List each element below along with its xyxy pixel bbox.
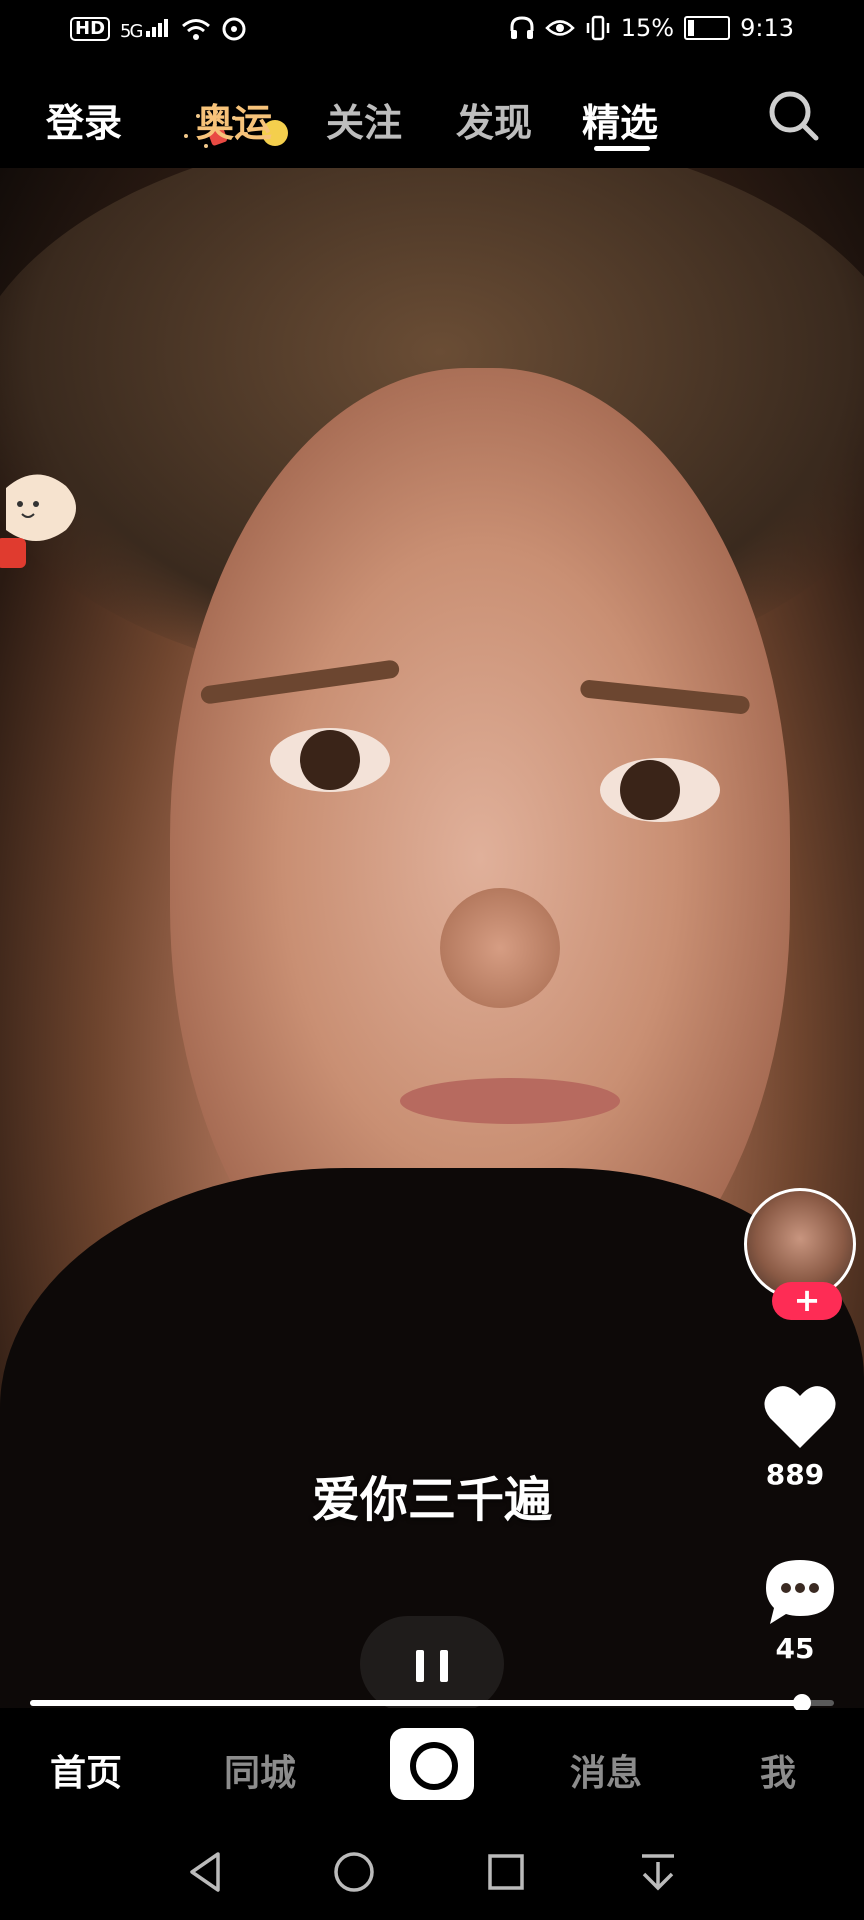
status-left: HD 5G: [70, 16, 247, 42]
video-subtitle: 爱你三千遍: [311, 1472, 552, 1528]
search-icon[interactable]: [766, 88, 820, 142]
video-progress-bar[interactable]: [30, 1694, 834, 1712]
network-signal: 5G: [120, 17, 171, 42]
tab-home[interactable]: 首页: [50, 1744, 122, 1796]
pause-icon: [416, 1650, 424, 1682]
like-count: 889: [765, 1458, 825, 1491]
camera-ring-icon: [410, 1742, 458, 1790]
battery-fill: [688, 20, 694, 36]
system-nav-bar: [0, 1820, 864, 1920]
pause-icon: [440, 1650, 448, 1682]
create-button[interactable]: [390, 1728, 474, 1800]
hd-badge: HD: [70, 17, 111, 41]
recents-square-icon[interactable]: [484, 1850, 528, 1894]
tab-messages[interactable]: 消息: [570, 1744, 642, 1796]
login-button[interactable]: 登录: [46, 92, 122, 147]
eye-comfort-icon: [544, 20, 575, 36]
bottom-nav: 首页 同城 消息 我: [0, 1710, 864, 1820]
vibrate-icon: [586, 15, 609, 41]
hotspot-icon: [222, 17, 246, 41]
home-circle-icon[interactable]: [332, 1850, 376, 1894]
status-right: 15% 9:13: [509, 14, 794, 42]
video-frame-eye: [600, 758, 720, 822]
tab-olympic[interactable]: 奥运: [196, 92, 272, 147]
active-tab-indicator: [594, 146, 650, 151]
top-nav: 登录 奥运 关注 发现 精选: [0, 62, 864, 168]
network-type: 5G: [120, 20, 143, 42]
pause-button[interactable]: [360, 1616, 504, 1708]
mascot-widget-icon[interactable]: [0, 468, 80, 578]
tab-nearby[interactable]: 同城: [224, 1744, 296, 1796]
status-bar: HD 5G 15% 9:13: [0, 0, 864, 62]
tab-featured[interactable]: 精选: [582, 92, 658, 147]
comment-count: 45: [775, 1632, 815, 1665]
wifi-icon: [182, 19, 211, 40]
video-frame-nose: [440, 888, 560, 1008]
video-player[interactable]: 爱你三千遍 + 889 45 分享: [0, 168, 864, 1708]
video-frame-eye: [270, 728, 390, 792]
battery-percent: 15%: [620, 14, 675, 42]
tab-follow[interactable]: 关注: [326, 92, 402, 147]
clock: 9:13: [740, 14, 794, 42]
tab-me[interactable]: 我: [760, 1744, 796, 1796]
follow-button[interactable]: +: [772, 1282, 842, 1320]
video-frame-mouth: [400, 1078, 620, 1124]
notification-pulldown-icon[interactable]: [636, 1850, 680, 1894]
battery-icon: [684, 16, 731, 40]
heart-icon[interactable]: [762, 1384, 838, 1450]
back-triangle-icon[interactable]: [184, 1850, 228, 1894]
signal-bars-icon: [146, 18, 169, 37]
headphones-icon: [510, 16, 534, 39]
tab-discover[interactable]: 发现: [456, 92, 532, 147]
comment-icon[interactable]: [762, 1556, 838, 1628]
progress-fill: [30, 1700, 802, 1706]
